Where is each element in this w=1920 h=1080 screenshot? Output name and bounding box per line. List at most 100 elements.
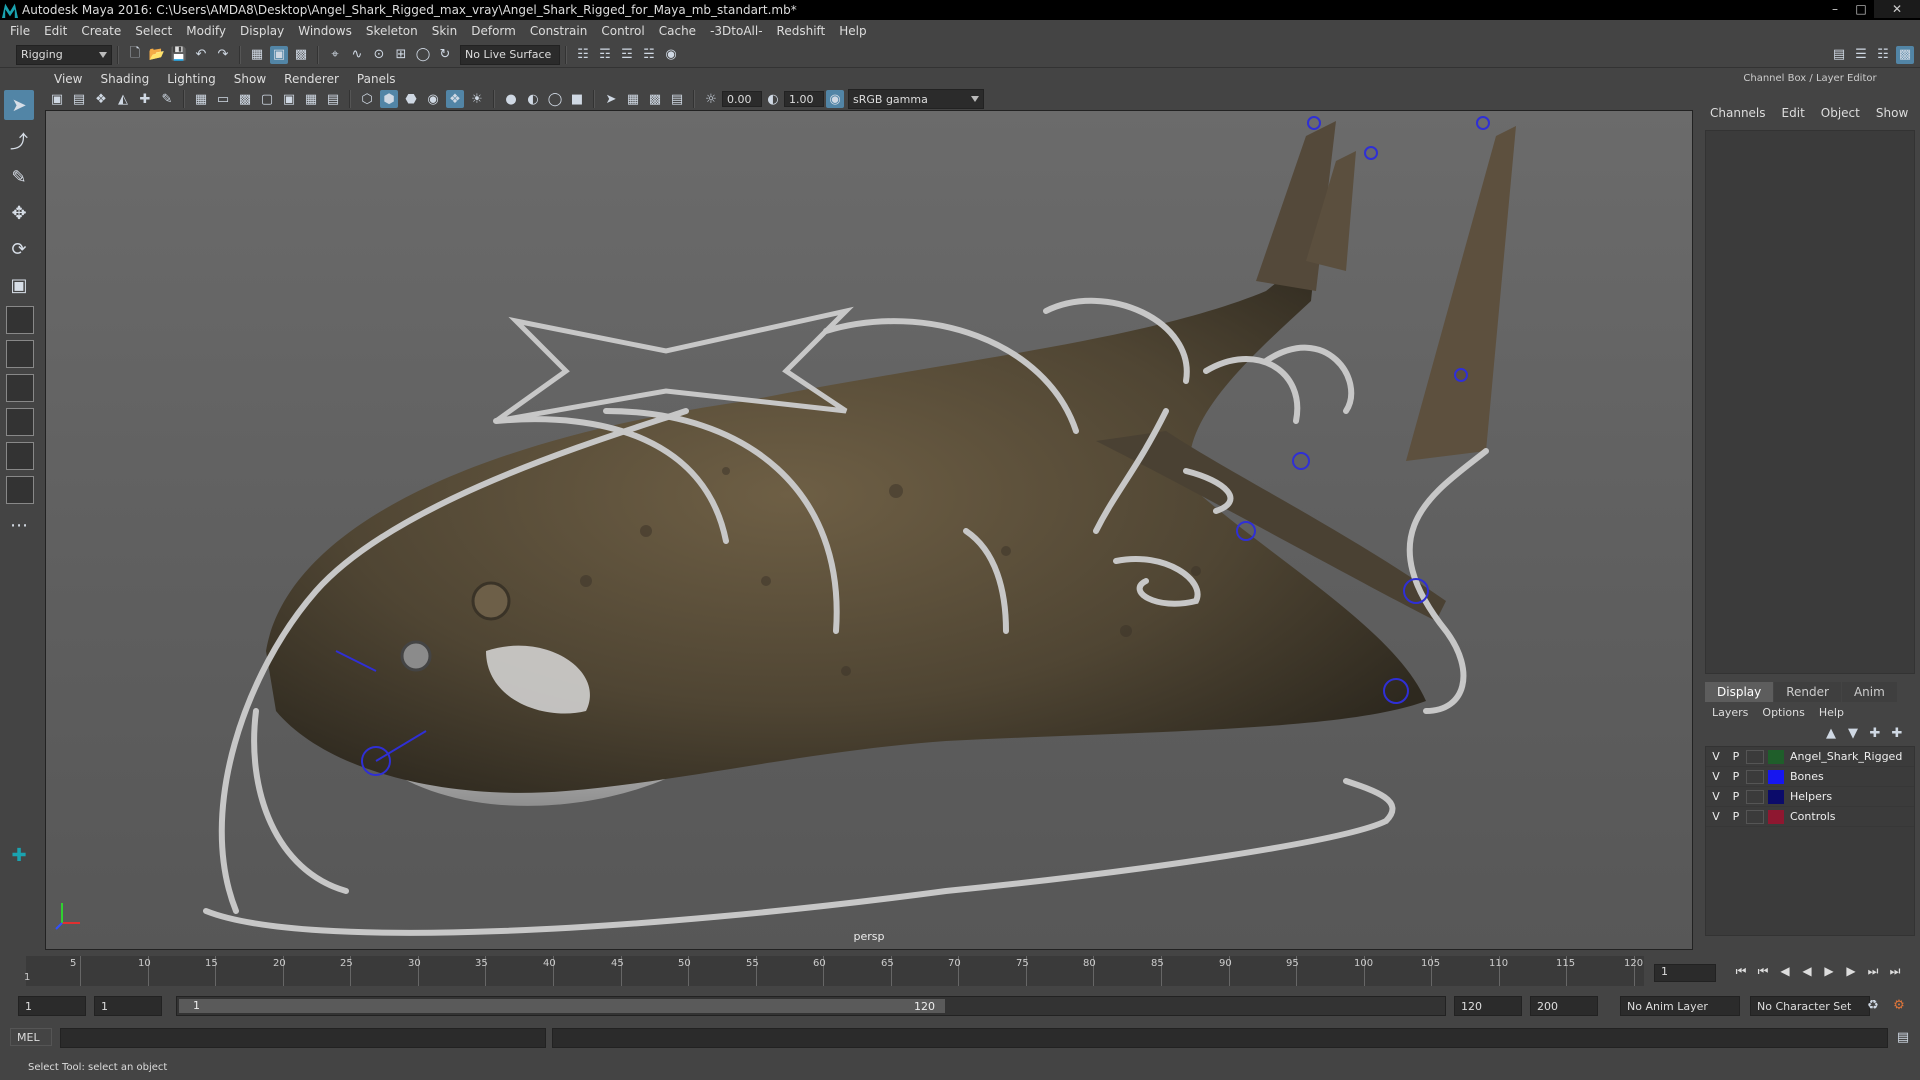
menu-display[interactable]: Display — [240, 24, 284, 38]
step-forward-frame-icon[interactable]: ▶ — [1840, 964, 1862, 979]
layer-row[interactable]: V P Controls — [1706, 807, 1914, 827]
close-button[interactable]: ✕ — [1874, 0, 1920, 18]
paint-select-tool-icon[interactable]: ✎ — [4, 162, 34, 192]
layer-visibility[interactable]: V — [1706, 790, 1726, 803]
xray-components-icon[interactable]: ▤ — [668, 90, 686, 108]
use-all-lights-icon[interactable]: ❖ — [446, 90, 464, 108]
go-to-end-icon[interactable]: ⏭ — [1884, 964, 1906, 979]
menu-create[interactable]: Create — [81, 24, 121, 38]
step-back-key-icon[interactable]: ⏮ — [1752, 964, 1774, 979]
snap-point-icon[interactable]: ⊙ — [370, 46, 388, 64]
playback-start-field[interactable]: 1 — [94, 996, 162, 1016]
snap-surface-icon[interactable]: ◯ — [414, 46, 432, 64]
panel-menu-panels[interactable]: Panels — [357, 72, 396, 86]
render-settings-icon[interactable]: ☲ — [618, 46, 636, 64]
isolate-select-icon[interactable]: ➤ — [602, 90, 620, 108]
channels-menu[interactable]: Channels — [1710, 106, 1766, 120]
motion-blur-icon[interactable]: ◐ — [524, 90, 542, 108]
wireframe-icon[interactable]: ⬡ — [358, 90, 376, 108]
menu-edit[interactable]: Edit — [44, 24, 67, 38]
persp-graph-layout-icon[interactable] — [6, 408, 34, 436]
camera-attributes-icon[interactable]: ▤ — [70, 90, 88, 108]
panel-menu-lighting[interactable]: Lighting — [167, 72, 216, 86]
tab-anim[interactable]: Anim — [1841, 682, 1897, 702]
attribute-editor-icon[interactable]: ☰ — [1852, 46, 1870, 64]
menu-control[interactable]: Control — [601, 24, 644, 38]
new-layer-icon[interactable]: ✚ — [1888, 724, 1906, 742]
script-editor-icon[interactable]: ▤ — [1894, 1028, 1912, 1046]
safe-action-icon[interactable]: ▦ — [302, 90, 320, 108]
undo-icon[interactable]: ↶ — [192, 46, 210, 64]
textured-icon[interactable]: ◉ — [424, 90, 442, 108]
scene-start-field[interactable]: 1 — [18, 996, 86, 1016]
color-management-icon[interactable]: ◉ — [826, 90, 844, 108]
redo-icon[interactable]: ↷ — [214, 46, 232, 64]
panel-menu-show[interactable]: Show — [234, 72, 266, 86]
shadows-icon[interactable]: ☀ — [468, 90, 486, 108]
current-frame-field[interactable]: 1 — [1654, 964, 1716, 982]
layer-color-swatch[interactable] — [1768, 749, 1784, 764]
modeling-toolkit-icon[interactable]: ▤ — [1830, 46, 1848, 64]
snap-live-icon[interactable]: ↻ — [436, 46, 454, 64]
step-forward-key-icon[interactable]: ⏭ — [1862, 964, 1884, 979]
select-tool-icon[interactable]: ➤ — [4, 90, 34, 120]
layer-playback[interactable]: P — [1726, 750, 1746, 763]
perspective-viewport[interactable]: persp — [45, 110, 1693, 950]
safe-title-icon[interactable]: ▤ — [324, 90, 342, 108]
menu-set-dropdown[interactable]: Rigging — [16, 44, 112, 65]
ambient-occlusion-icon[interactable]: ● — [502, 90, 520, 108]
range-bar[interactable]: 1 120 — [176, 996, 1446, 1016]
layer-display-type[interactable] — [1746, 789, 1764, 804]
rotate-tool-icon[interactable]: ⟳ — [4, 234, 34, 264]
render-frame-icon[interactable]: ☷ — [574, 46, 592, 64]
layer-display-type[interactable] — [1746, 769, 1764, 784]
play-forwards-icon[interactable]: ▶ — [1818, 964, 1840, 979]
snap-view-icon[interactable]: ⊞ — [392, 46, 410, 64]
film-gate-icon[interactable]: ▭ — [214, 90, 232, 108]
gamma-field[interactable]: 1.00 — [784, 91, 824, 107]
bookmark-icon[interactable]: ❖ — [92, 90, 110, 108]
menu-windows[interactable]: Windows — [298, 24, 352, 38]
step-back-frame-icon[interactable]: ◀ — [1774, 964, 1796, 979]
object-menu[interactable]: Object — [1821, 106, 1860, 120]
panel-menu-renderer[interactable]: Renderer — [284, 72, 339, 86]
more-layouts-icon[interactable]: ⋯ — [4, 510, 34, 540]
layer-row[interactable]: V P Helpers — [1706, 787, 1914, 807]
new-scene-icon[interactable]: 🗋 — [126, 46, 144, 64]
go-to-start-icon[interactable]: ⏮ — [1730, 964, 1752, 979]
select-hierarchy-icon[interactable]: ▦ — [248, 46, 266, 64]
layer-playback[interactable]: P — [1726, 790, 1746, 803]
range-handle[interactable]: 1 120 — [179, 999, 945, 1013]
panel-menu-view[interactable]: View — [54, 72, 82, 86]
xray-joints-icon[interactable]: ▩ — [646, 90, 664, 108]
persp-outliner-layout-icon[interactable] — [6, 442, 34, 470]
image-plane-icon[interactable]: ◭ — [114, 90, 132, 108]
live-surface-field[interactable]: No Live Surface — [460, 44, 560, 65]
layer-playback[interactable]: P — [1726, 770, 1746, 783]
field-chart-icon[interactable]: ▣ — [280, 90, 298, 108]
panel-menu-shading[interactable]: Shading — [100, 72, 149, 86]
select-object-icon[interactable]: ▣ — [270, 45, 288, 64]
resolution-gate-icon[interactable]: ▩ — [236, 90, 254, 108]
2d-pan-zoom-icon[interactable]: ✚ — [136, 90, 154, 108]
tab-display[interactable]: Display — [1705, 682, 1774, 702]
menu-file[interactable]: File — [10, 24, 30, 38]
options-menu[interactable]: Options — [1762, 706, 1804, 719]
smooth-shade-icon[interactable]: ⬢ — [380, 90, 398, 108]
menu-constrain[interactable]: Constrain — [530, 24, 588, 38]
layer-visibility[interactable]: V — [1706, 750, 1726, 763]
tool-settings-icon[interactable]: ☷ — [1874, 46, 1892, 64]
channel-list[interactable] — [1705, 130, 1915, 674]
tab-render[interactable]: Render — [1774, 682, 1841, 702]
layer-display-type[interactable] — [1746, 809, 1764, 824]
layer-playback[interactable]: P — [1726, 810, 1746, 823]
menu-skeleton[interactable]: Skeleton — [366, 24, 418, 38]
hypershade-icon[interactable]: ☵ — [640, 46, 658, 64]
new-layer-selected-icon[interactable]: ✚ — [1866, 724, 1884, 742]
layer-color-swatch[interactable] — [1768, 789, 1784, 804]
grease-pencil-icon[interactable]: ✎ — [158, 90, 176, 108]
depth-of-field-icon[interactable]: ■ — [568, 90, 586, 108]
shark-mesh[interactable] — [266, 121, 1516, 806]
exposure-field[interactable]: 0.00 — [722, 91, 762, 107]
xray-icon[interactable]: ▦ — [624, 90, 642, 108]
